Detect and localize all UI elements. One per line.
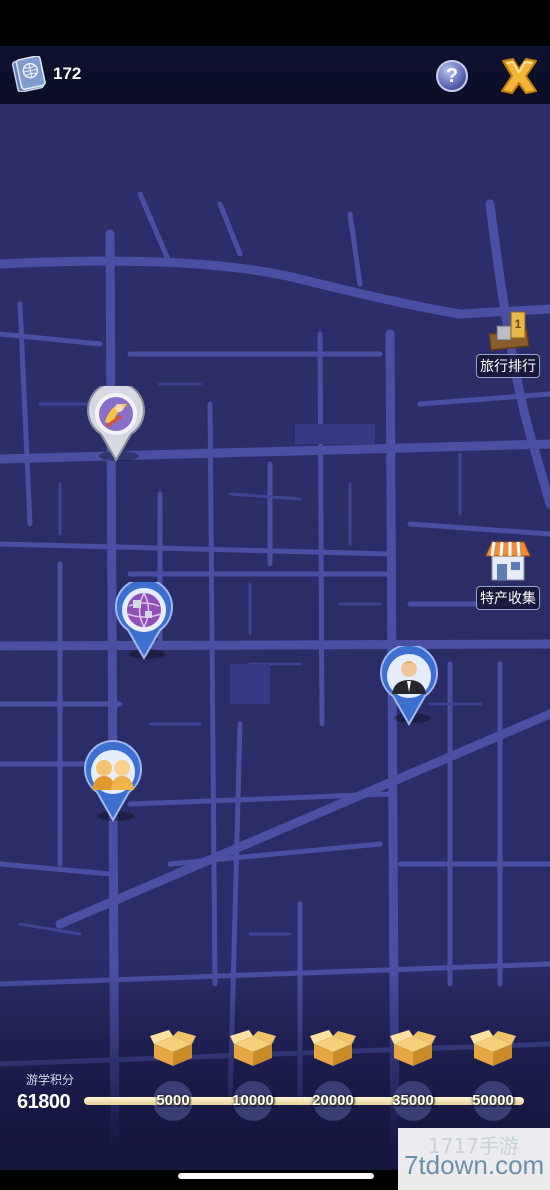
watermark: 1717手游 7tdown.com (398, 1128, 550, 1190)
top-bar: 172 ? (0, 46, 550, 104)
watermark-text: 7tdown.com (404, 1150, 545, 1180)
treasure-chest-icon[interactable] (308, 1028, 358, 1068)
score-value: 61800 (17, 1091, 71, 1113)
trophy-ranking-icon: 1 (488, 311, 530, 351)
treasure-chest-icon[interactable] (148, 1028, 198, 1068)
treasure-chest-icon[interactable] (468, 1028, 518, 1068)
shop-stall-icon (485, 541, 531, 581)
ranking-label: 旅行排行 (476, 354, 540, 378)
ranking-button[interactable]: 1 旅行排行 (470, 306, 546, 378)
status-bar (0, 0, 550, 46)
help-button[interactable]: ? (436, 60, 468, 92)
globe-icon (126, 592, 162, 628)
passport-icon (11, 56, 46, 92)
milestone-label: 35000 (392, 1092, 434, 1109)
help-icon: ? (445, 64, 459, 87)
close-x-icon[interactable] (497, 55, 541, 97)
milestone-label: 20000 (312, 1092, 354, 1109)
home-indicator[interactable] (178, 1173, 374, 1179)
city-map[interactable]: 1 旅行排行 特产收集 (0, 104, 550, 1170)
opera-performer-icon (99, 397, 133, 431)
svg-text:1: 1 (515, 317, 522, 331)
treasure-chest-icon[interactable] (388, 1028, 438, 1068)
pin-family[interactable] (82, 740, 144, 823)
specialty-label: 特产收集 (476, 586, 540, 610)
pin-opera[interactable] (85, 386, 147, 466)
pin-businessman[interactable] (378, 646, 440, 726)
milestone-label: 50000 (472, 1092, 514, 1109)
score-label: 游学积分 (26, 1073, 75, 1087)
specialty-button[interactable]: 特产收集 (470, 538, 546, 610)
milestone-label: 5000 (156, 1092, 190, 1109)
milestone-label: 10000 (232, 1092, 274, 1109)
passport-count: 172 (53, 64, 82, 83)
treasure-chest-icon[interactable] (228, 1028, 278, 1068)
pin-globe[interactable] (113, 582, 175, 662)
